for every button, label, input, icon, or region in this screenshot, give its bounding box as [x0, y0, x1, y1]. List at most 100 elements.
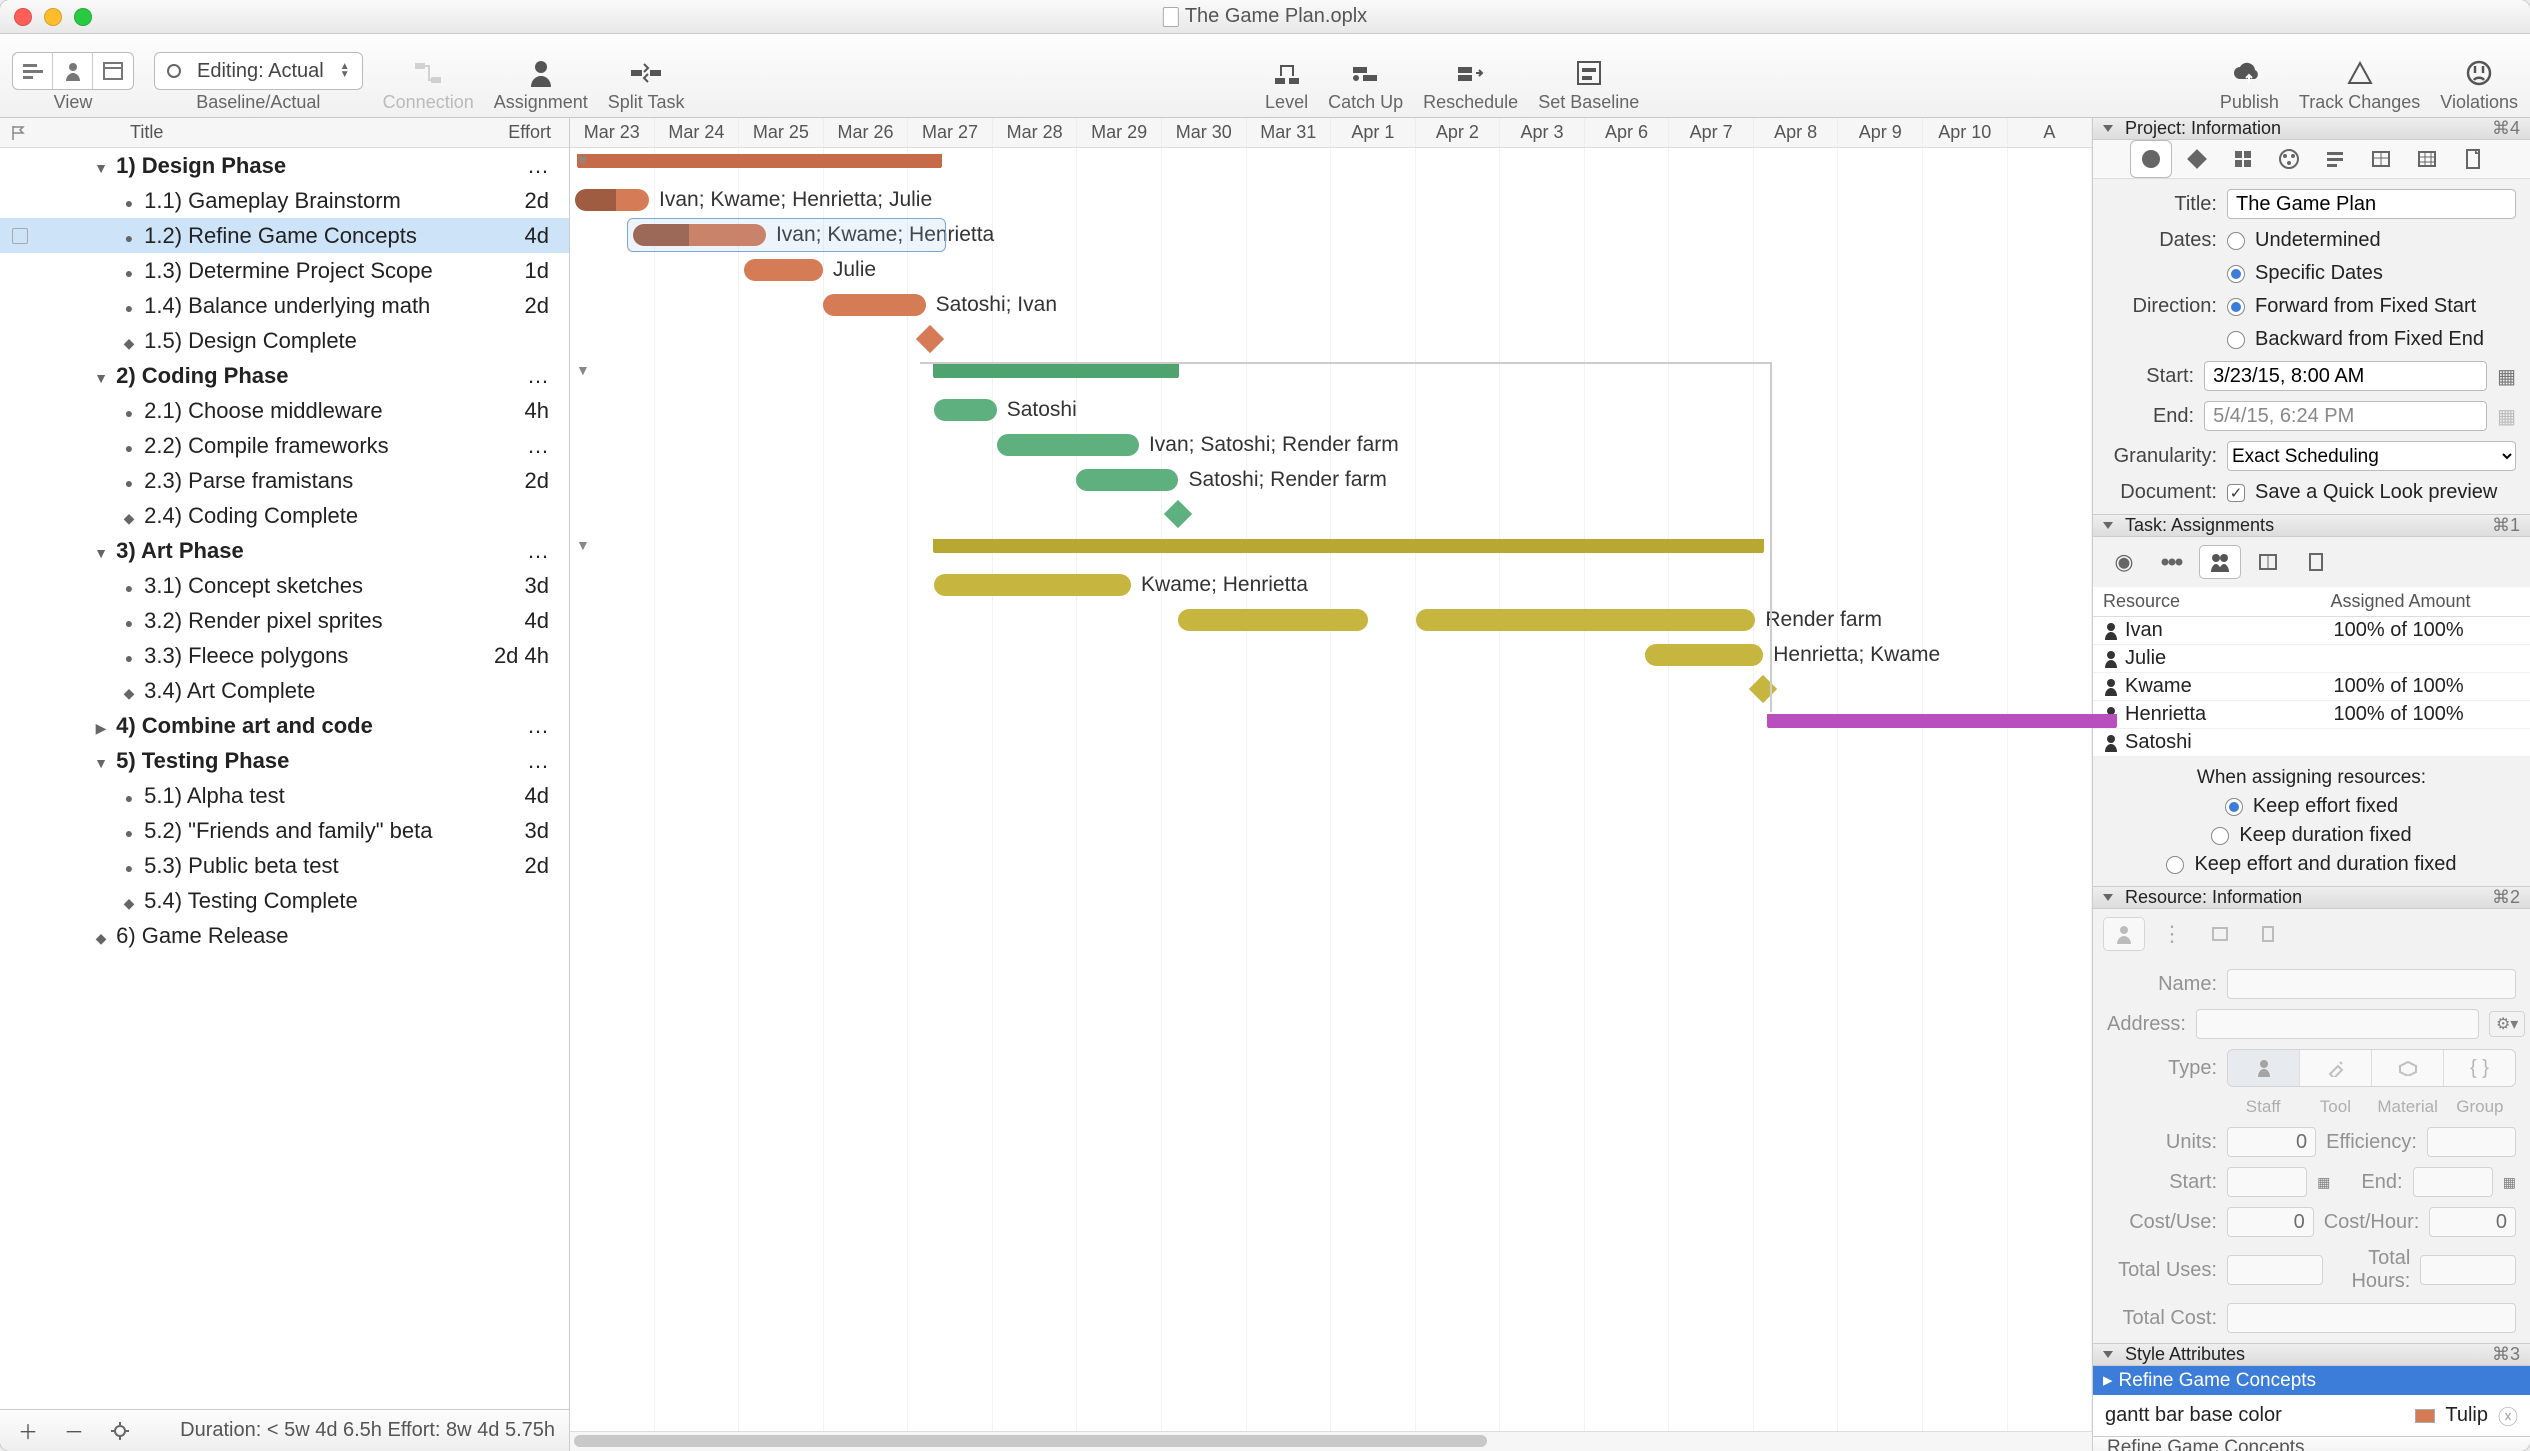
task-row[interactable]: ● 1.1) Gameplay Brainstorm2d	[0, 183, 569, 218]
task-schedule-tab-icon[interactable]	[2151, 545, 2193, 579]
task-row[interactable]: ◆ 1.5) Design Complete	[0, 323, 569, 358]
task-row[interactable]: ● 2.2) Compile frameworks…	[0, 428, 569, 463]
effort-cell[interactable]: 4d	[479, 783, 569, 809]
units-input[interactable]	[2227, 1127, 2316, 1157]
project-start-input[interactable]	[2204, 361, 2487, 391]
costhour-input[interactable]	[2429, 1207, 2516, 1237]
direction-forward-radio[interactable]	[2227, 298, 2245, 316]
type-group-icon[interactable]: { }	[2444, 1050, 2515, 1086]
effort-cell[interactable]: …	[479, 748, 569, 774]
view-segmented[interactable]	[12, 52, 134, 90]
style-attribute-row[interactable]: gantt bar base color Tulip ⓧ	[2093, 1395, 2530, 1436]
task-row[interactable]: ◆ 6) Game Release	[0, 918, 569, 953]
calendar-view-icon[interactable]	[93, 53, 133, 89]
zoom-icon[interactable]	[74, 8, 92, 26]
timescale-day[interactable]: Mar 29	[1077, 118, 1162, 147]
minimize-icon[interactable]	[44, 8, 62, 26]
task-info-tab-icon[interactable]: ◉	[2103, 545, 2145, 579]
resource-assignment-row[interactable]: Henrietta100% of 100%	[2093, 701, 2530, 729]
keep-both-radio[interactable]	[2166, 856, 2184, 874]
resource-start-input[interactable]	[2227, 1167, 2307, 1197]
assigned-amount[interactable]: 100% of 100%	[2334, 675, 2521, 698]
title-column-header[interactable]: Title	[40, 122, 489, 143]
task-dependencies-tab-icon[interactable]	[2247, 545, 2289, 579]
quicklook-checkbox[interactable]	[2227, 484, 2245, 502]
disclosure-triangle-icon[interactable]: ▼	[92, 545, 110, 561]
task-row[interactable]: ● 3.1) Concept sketches3d	[0, 568, 569, 603]
effort-cell[interactable]: 2d	[479, 188, 569, 214]
disclosure-triangle-icon[interactable]: ▼	[92, 160, 110, 176]
gantt-summary-bar[interactable]	[1768, 714, 2116, 728]
keep-effort-radio[interactable]	[2225, 798, 2243, 816]
task-row[interactable]: ◆ 2.4) Coding Complete	[0, 498, 569, 533]
disclosure-triangle-icon[interactable]: ▼	[92, 370, 110, 386]
totaluses-input[interactable]	[2227, 1255, 2323, 1285]
efficiency-input[interactable]	[2427, 1127, 2516, 1157]
timescale-day[interactable]: Mar 24	[655, 118, 740, 147]
gantt-disclosure-icon[interactable]: ▼	[576, 537, 590, 553]
timescale-day[interactable]: Mar 31	[1247, 118, 1332, 147]
task-row[interactable]: ◆ 5.4) Testing Complete	[0, 883, 569, 918]
totalcost-input[interactable]	[2227, 1303, 2516, 1333]
resource-address-input[interactable]	[2196, 1009, 2479, 1039]
calendar-icon[interactable]: ▦	[2497, 364, 2516, 389]
gantt-task-bar[interactable]	[1178, 609, 1368, 631]
resource-type-segmented[interactable]: { }	[2227, 1049, 2516, 1087]
effort-cell[interactable]: 3d	[479, 818, 569, 844]
effort-cell[interactable]: …	[479, 713, 569, 739]
gantt-task-bar[interactable]: Satoshi; Ivan	[823, 294, 926, 316]
resource-name-input[interactable]	[2227, 969, 2516, 999]
task-row[interactable]: ● 1.2) Refine Game Concepts4d	[0, 218, 569, 253]
timescale-day[interactable]: Apr 10	[1923, 118, 2008, 147]
inspector-style-header[interactable]: Style Attributes ⌘3	[2093, 1344, 2530, 1366]
resource-assignment-row[interactable]: Kwame100% of 100%	[2093, 673, 2530, 701]
toolbar-connection[interactable]: Connection	[383, 56, 474, 113]
resource-assignment-row[interactable]: Ivan100% of 100%	[2093, 617, 2530, 645]
gantt-task-bar[interactable]: Ivan; Satoshi; Render farm	[997, 434, 1139, 456]
gantt-task-bar[interactable]: Satoshi	[934, 399, 997, 421]
task-row[interactable]: ▼ 2) Coding Phase…	[0, 358, 569, 393]
task-row[interactable]: ● 1.3) Determine Project Scope1d	[0, 253, 569, 288]
project-styles-tab-icon[interactable]	[2222, 140, 2264, 178]
disclosure-triangle-icon[interactable]: ▶	[92, 720, 110, 737]
timescale-day[interactable]: Apr 7	[1669, 118, 1754, 147]
gantt-view-icon[interactable]	[13, 53, 53, 89]
toolbar-setbaseline[interactable]: Set Baseline	[1538, 56, 1639, 113]
timescale-day[interactable]: Apr 2	[1416, 118, 1501, 147]
color-swatch[interactable]	[2415, 1409, 2435, 1423]
task-row[interactable]: ● 2.3) Parse framistans2d	[0, 463, 569, 498]
type-tool-icon[interactable]	[2300, 1050, 2372, 1086]
resource-view-icon[interactable]	[53, 53, 93, 89]
action-gear-icon[interactable]	[106, 1417, 134, 1445]
effort-cell[interactable]: 2d	[479, 468, 569, 494]
timescale-day[interactable]: Mar 28	[993, 118, 1078, 147]
gantt-task-bar[interactable]: Render farm	[1416, 609, 1756, 631]
type-staff-icon[interactable]	[2228, 1050, 2300, 1086]
toolbar-assignment[interactable]: Assignment	[494, 56, 588, 113]
dates-specific-radio[interactable]	[2227, 265, 2245, 283]
gantt-task-bar[interactable]: Henrietta; Kwame	[1645, 644, 1764, 666]
timescale-day[interactable]: Mar 25	[739, 118, 824, 147]
amount-column-header[interactable]: Assigned Amount	[2330, 591, 2520, 612]
type-material-icon[interactable]	[2372, 1050, 2444, 1086]
effort-cell[interactable]: 2d	[479, 293, 569, 319]
horizontal-scrollbar[interactable]	[570, 1431, 2092, 1451]
task-row[interactable]: ▶ 4) Combine art and code…	[0, 708, 569, 743]
timescale-day[interactable]: Apr 3	[1500, 118, 1585, 147]
toolbar-catchup[interactable]: Catch Up	[1328, 56, 1403, 113]
gantt-chart[interactable]: Ivan; Kwame; Henrietta; JulieIvan; Kwame…	[570, 148, 2092, 1431]
timescale-day[interactable]: Mar 26	[824, 118, 909, 147]
gantt-task-bar[interactable]: Ivan; Kwame; Henrietta	[633, 224, 766, 246]
task-row[interactable]: ● 5.3) Public beta test2d	[0, 848, 569, 883]
clear-style-icon[interactable]: ⓧ	[2498, 1401, 2518, 1430]
resource-end-input[interactable]	[2413, 1167, 2493, 1197]
style-selected-task[interactable]: ▸Refine Game Concepts	[2093, 1366, 2530, 1395]
effort-cell[interactable]: 4d	[479, 223, 569, 249]
effort-cell[interactable]: 3d	[479, 573, 569, 599]
resource-tab-3-icon[interactable]	[2199, 917, 2241, 951]
task-notes-tab-icon[interactable]	[2295, 545, 2337, 579]
project-format-tab-icon[interactable]	[2314, 140, 2356, 178]
task-row[interactable]: ◆ 3.4) Art Complete	[0, 673, 569, 708]
timescale-day[interactable]: Mar 23	[570, 118, 655, 147]
disclosure-triangle-icon[interactable]: ▼	[92, 755, 110, 771]
